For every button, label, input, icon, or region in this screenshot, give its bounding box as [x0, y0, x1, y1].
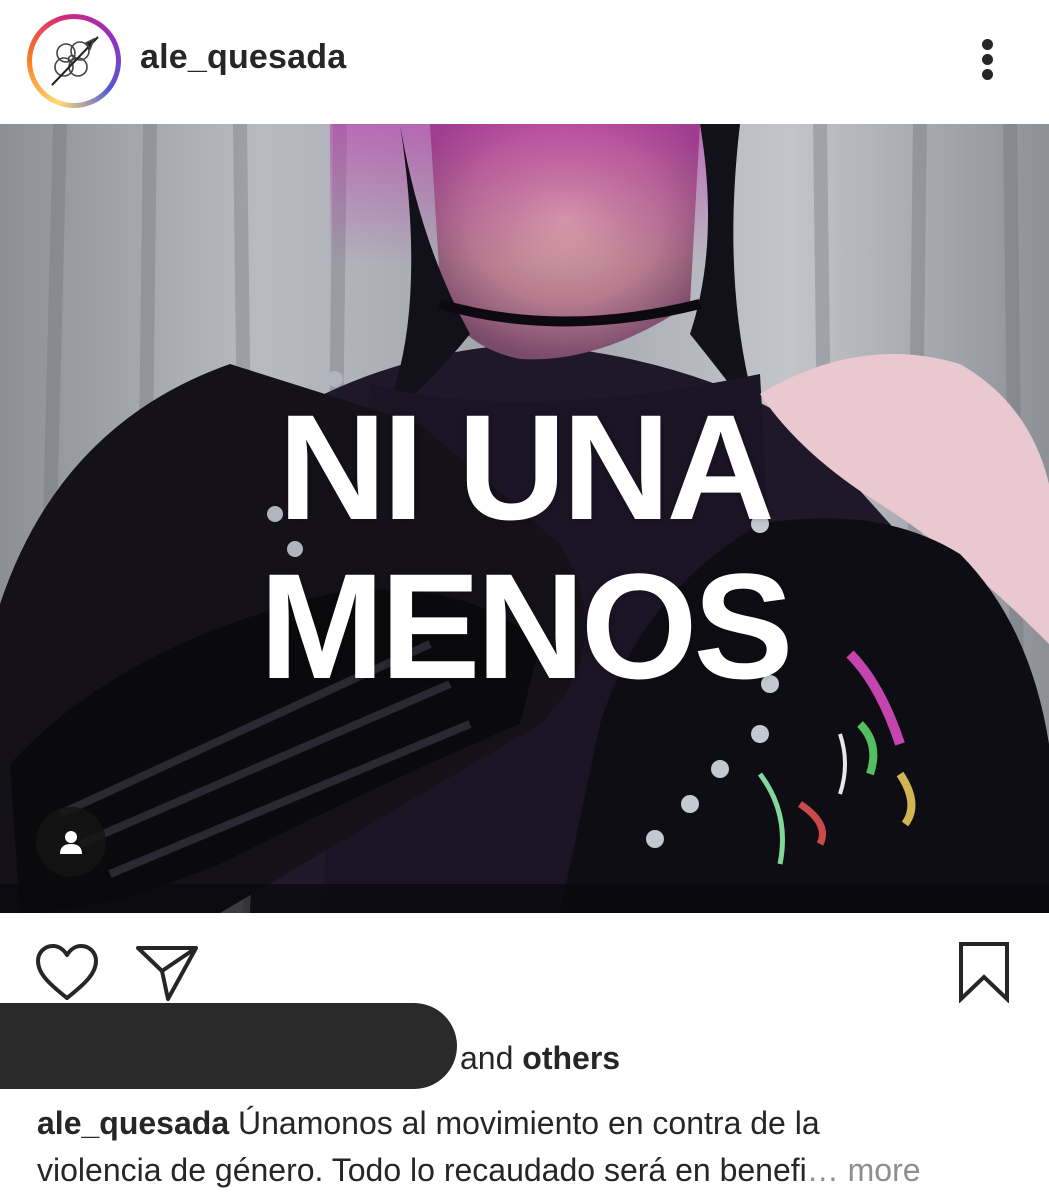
avatar[interactable]: [27, 14, 121, 108]
post-username[interactable]: ale_quesada: [140, 38, 346, 77]
more-vertical-icon-dot: [982, 69, 993, 80]
caption-more-link[interactable]: more: [848, 1152, 921, 1188]
more-vertical-icon-dot: [982, 54, 993, 65]
caption-username[interactable]: ale_quesada: [37, 1105, 229, 1141]
post-actions: [0, 913, 1049, 1013]
heart-outline-icon: [36, 944, 98, 1000]
caption-text-line1: Únamonos al movimiento en contra de la: [238, 1105, 820, 1141]
caption-ellipsis: …: [806, 1152, 839, 1188]
user-tag-icon: [60, 831, 82, 854]
likes-summary[interactable]: and others: [460, 1040, 620, 1077]
bookmark-outline-icon: [959, 942, 1009, 1004]
feather-flower-logo-icon: [51, 36, 99, 86]
save-button[interactable]: [955, 941, 1013, 1008]
post-header: ale_quesada: [0, 0, 1049, 124]
overlay-title-line2: MENOS: [259, 542, 793, 710]
avatar-image: [32, 19, 116, 103]
paper-plane-icon: [136, 946, 198, 1001]
redacted-likers: [0, 1003, 457, 1089]
likes-others-link[interactable]: others: [522, 1040, 620, 1076]
more-options-button[interactable]: [968, 34, 1008, 84]
like-button[interactable]: [34, 943, 100, 1008]
overlay-title-line1: NI UNA: [278, 383, 775, 551]
more-vertical-icon: [982, 39, 993, 50]
share-button[interactable]: [134, 943, 200, 1008]
caption-text-line2: violencia de género. Todo lo recaudado s…: [37, 1152, 807, 1188]
likes-and-text: and: [460, 1040, 514, 1076]
post-caption: ale_quesada Únamonos al movimiento en co…: [37, 1100, 1027, 1194]
tagged-users-button[interactable]: [36, 807, 106, 877]
post-image[interactable]: NI UNA MENOS: [0, 124, 1049, 913]
